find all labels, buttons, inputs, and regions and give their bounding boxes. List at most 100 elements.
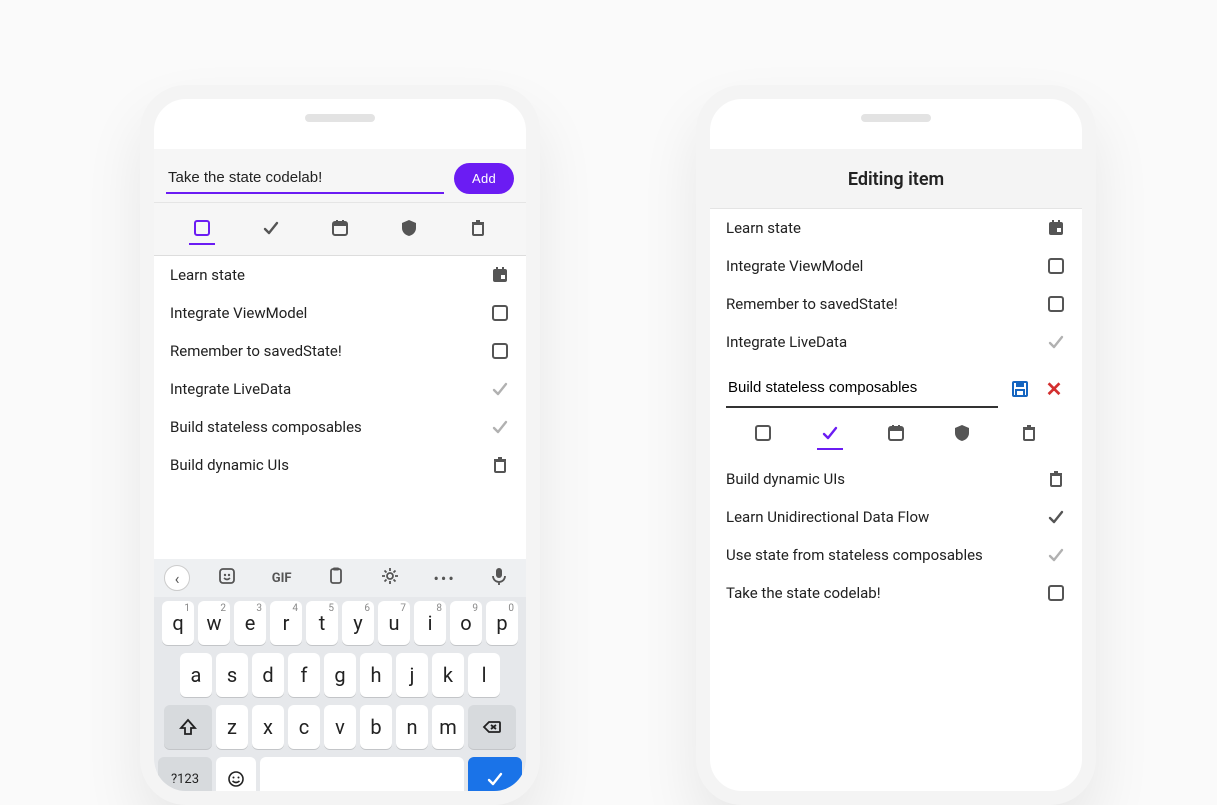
trash-icon[interactable]: [467, 213, 489, 243]
sticker-icon[interactable]: [210, 566, 244, 590]
list-item[interactable]: Remember to savedState!: [710, 285, 1082, 323]
key-p[interactable]: p0: [486, 601, 518, 645]
key-r[interactable]: r4: [270, 601, 302, 645]
check-icon[interactable]: [819, 418, 841, 448]
key-o[interactable]: o9: [450, 601, 482, 645]
shield-icon[interactable]: [398, 213, 420, 243]
item-label: Learn Unidirectional Data Flow: [726, 508, 929, 526]
gif-icon[interactable]: GIF: [265, 571, 299, 586]
calendar-icon[interactable]: [885, 418, 907, 448]
item-label: Integrate LiveData: [726, 333, 847, 351]
shift-key[interactable]: [164, 705, 212, 749]
square-icon: [1046, 583, 1066, 603]
emoji-key[interactable]: [216, 757, 256, 791]
key-z[interactable]: z: [216, 705, 248, 749]
phone-speaker: [305, 114, 375, 122]
item-label: Learn state: [726, 219, 801, 237]
item-label: Learn state: [170, 266, 245, 284]
square-icon: [490, 303, 510, 323]
check-dim-icon: [1046, 332, 1066, 352]
trash-icon[interactable]: [1018, 418, 1040, 448]
item-label: Use state from stateless composables: [726, 546, 983, 564]
clipboard-icon[interactable]: [319, 566, 353, 590]
cancel-icon[interactable]: ✕: [1042, 377, 1066, 401]
list-item[interactable]: Take the state codelab!: [710, 574, 1082, 612]
soft-keyboard: ‹ GIF ••• q1w2e3r4t5y6u7i8o9p0 asdfghjkl…: [154, 559, 526, 791]
enter-key[interactable]: [468, 757, 522, 791]
check-icon: [1046, 507, 1066, 527]
check-dim-icon: [1046, 545, 1066, 565]
key-m[interactable]: m: [432, 705, 464, 749]
phone-edit-screen: Editing item Learn state Integrate ViewMo…: [696, 85, 1096, 805]
edit-row: ✕: [710, 361, 1082, 460]
icon-tab-row: [154, 203, 526, 256]
trash-icon: [490, 455, 510, 475]
key-t[interactable]: t5: [306, 601, 338, 645]
key-n[interactable]: n: [396, 705, 428, 749]
key-u[interactable]: u7: [378, 601, 410, 645]
settings-icon[interactable]: [373, 566, 407, 590]
key-g[interactable]: g: [324, 653, 356, 697]
key-k[interactable]: k: [432, 653, 464, 697]
square-icon: [490, 341, 510, 361]
edit-header: Editing item: [710, 149, 1082, 209]
check-dim-icon: [490, 379, 510, 399]
key-w[interactable]: w2: [198, 601, 230, 645]
list-item[interactable]: Integrate LiveData: [710, 323, 1082, 361]
key-b[interactable]: b: [360, 705, 392, 749]
more-icon[interactable]: •••: [428, 569, 462, 588]
key-s[interactable]: s: [216, 653, 248, 697]
item-label: Integrate LiveData: [170, 380, 291, 398]
kb-collapse-icon[interactable]: ‹: [164, 565, 190, 591]
shield-icon[interactable]: [951, 418, 973, 448]
list-item[interactable]: Build dynamic UIs: [154, 446, 526, 484]
item-label: Integrate ViewModel: [726, 257, 863, 275]
list-item[interactable]: Integrate LiveData: [154, 370, 526, 408]
list-item[interactable]: Learn state: [154, 256, 526, 294]
backspace-key[interactable]: [468, 705, 516, 749]
phone-speaker: [861, 114, 931, 122]
list-item[interactable]: Build dynamic UIs: [710, 460, 1082, 498]
mic-icon[interactable]: [482, 566, 516, 590]
calendar-filled-icon: [1046, 218, 1066, 238]
key-a[interactable]: a: [180, 653, 212, 697]
todo-input[interactable]: [166, 163, 444, 194]
check-icon[interactable]: [260, 213, 282, 243]
square-icon: [1046, 256, 1066, 276]
key-h[interactable]: h: [360, 653, 392, 697]
item-label: Build stateless composables: [170, 418, 362, 436]
icon-tab-row: [726, 408, 1066, 456]
edit-input[interactable]: [726, 369, 998, 408]
key-q[interactable]: q1: [162, 601, 194, 645]
item-label: Take the state codelab!: [726, 584, 881, 602]
trash-icon: [1046, 469, 1066, 489]
key-i[interactable]: i8: [414, 601, 446, 645]
symbols-key[interactable]: ?123: [158, 757, 212, 791]
square-icon: [1046, 294, 1066, 314]
list-item[interactable]: Use state from stateless composables: [710, 536, 1082, 574]
list-item[interactable]: Learn state: [710, 209, 1082, 247]
item-label: Build dynamic UIs: [170, 456, 289, 474]
key-e[interactable]: e3: [234, 601, 266, 645]
list-item[interactable]: Integrate ViewModel: [154, 294, 526, 332]
space-key[interactable]: [260, 757, 464, 791]
key-d[interactable]: d: [252, 653, 284, 697]
list-item[interactable]: Build stateless composables: [154, 408, 526, 446]
key-v[interactable]: v: [324, 705, 356, 749]
key-c[interactable]: c: [288, 705, 320, 749]
key-j[interactable]: j: [396, 653, 428, 697]
add-button[interactable]: Add: [454, 163, 514, 194]
calendar-icon[interactable]: [329, 213, 351, 243]
square-icon[interactable]: [191, 213, 213, 243]
list-item[interactable]: Remember to savedState!: [154, 332, 526, 370]
list-item[interactable]: Learn Unidirectional Data Flow: [710, 498, 1082, 536]
square-icon[interactable]: [752, 418, 774, 448]
key-y[interactable]: y6: [342, 601, 374, 645]
key-x[interactable]: x: [252, 705, 284, 749]
key-l[interactable]: l: [468, 653, 500, 697]
save-icon[interactable]: [1008, 379, 1032, 399]
key-f[interactable]: f: [288, 653, 320, 697]
list-item[interactable]: Integrate ViewModel: [710, 247, 1082, 285]
check-dim-icon: [490, 417, 510, 437]
item-label: Remember to savedState!: [170, 342, 342, 360]
